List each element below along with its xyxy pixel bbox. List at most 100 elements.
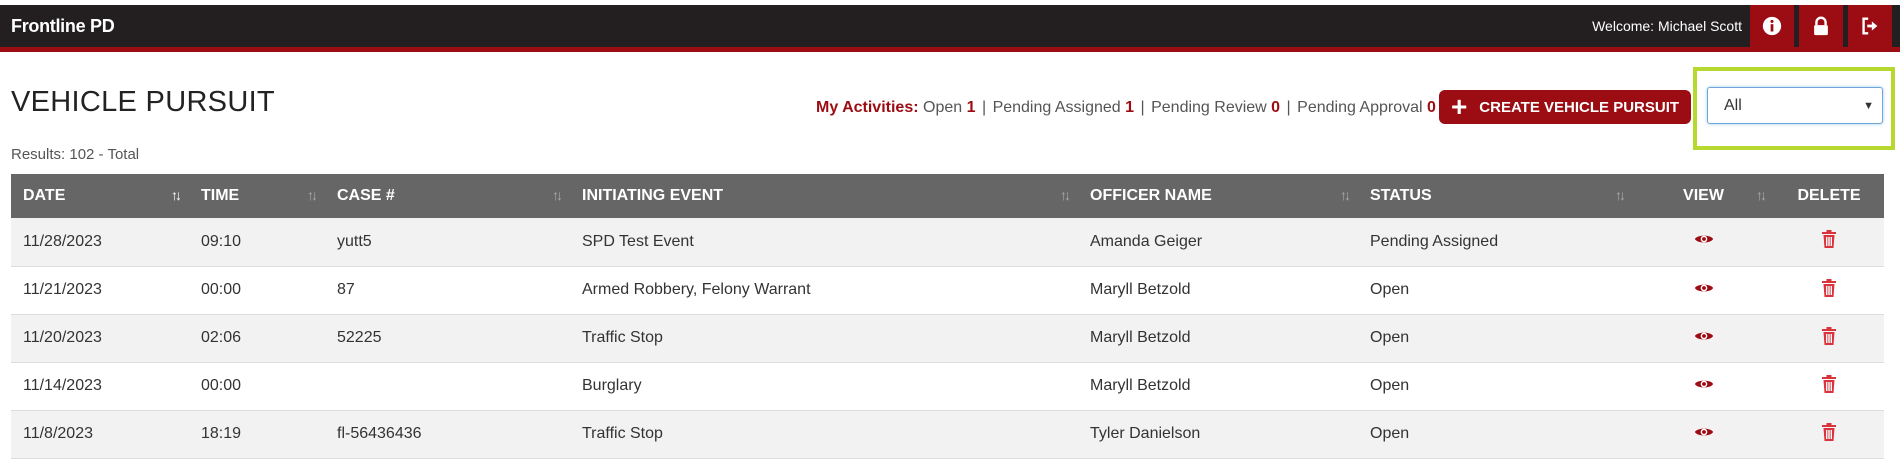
cell-view <box>1633 362 1774 410</box>
column-header-officer-name[interactable]: OFFICER NAME ↑↓ <box>1078 174 1358 218</box>
eye-icon[interactable] <box>1694 232 1714 251</box>
cell-initiating-event: Burglary <box>582 377 642 394</box>
sort-icon[interactable]: ↑↓ <box>1756 187 1767 203</box>
table-row[interactable]: 11/20/2023 02:06 52225 Traffic Stop Maryll B… <box>11 314 1884 362</box>
cell-view <box>1633 266 1774 314</box>
column-label: INITIATING EVENT <box>582 187 724 204</box>
cell-date: 11/8/2023 <box>23 425 93 442</box>
vehicle-pursuit-table: DATE ↑↓ TIME ↑↓ CASE # ↑↓ INITIATING EVENT ↑… <box>11 174 1884 459</box>
activity-count: 1 <box>1125 99 1135 116</box>
trash-icon[interactable] <box>1821 230 1837 253</box>
my-activities: My Activities: Open 1 | Pending Assigned… <box>816 99 1436 116</box>
table-row[interactable]: 11/21/2023 00:00 87 Armed Robbery, Felony W… <box>11 266 1884 314</box>
column-label: DELETE <box>1797 187 1861 204</box>
cell-initiating-event: Armed Robbery, Felony Warrant <box>582 281 811 298</box>
cell-view <box>1633 410 1774 458</box>
activity-label: Open <box>923 99 963 116</box>
cell-case-number: fl-56436436 <box>337 425 422 442</box>
sort-icon[interactable]: ↑↓ <box>171 187 182 203</box>
cell-time: 00:00 <box>201 377 242 394</box>
activity-open[interactable]: Open 1 <box>923 99 976 116</box>
cell-delete <box>1774 218 1884 266</box>
cell-date: 11/28/2023 <box>23 232 102 250</box>
sort-icon[interactable]: ↑↓ <box>307 187 318 203</box>
cell-initiating-event: Traffic Stop <box>582 425 663 442</box>
column-header-initiating-event[interactable]: INITIATING EVENT ↑↓ <box>570 174 1078 218</box>
eye-icon[interactable] <box>1694 281 1714 300</box>
activity-pending-assigned[interactable]: Pending Assigned 1 <box>993 99 1134 116</box>
sort-icon[interactable]: ↑↓ <box>552 187 563 203</box>
cell-case-number <box>325 362 570 410</box>
chevron-down-icon: ▼ <box>1863 99 1874 112</box>
sort-icon[interactable]: ↑↓ <box>1340 187 1351 203</box>
trash-icon[interactable] <box>1821 374 1837 398</box>
welcome-text: Welcome: Michael Scott <box>1592 18 1742 34</box>
sign-out-icon <box>1862 17 1878 35</box>
filter-selected-value: All <box>1724 96 1742 114</box>
status-filter-select[interactable]: All ▼ <box>1707 87 1883 124</box>
cell-case-number: 52225 <box>337 329 382 346</box>
info-button[interactable] <box>1750 5 1794 47</box>
cell-date: 11/20/2023 <box>23 329 102 346</box>
cell-officer-name: Maryll Betzold <box>1090 281 1191 298</box>
cell-time: 00:00 <box>201 281 242 298</box>
table-row[interactable]: 11/8/2023 18:19 fl-56436436 Traffic Stop Tyl… <box>11 410 1884 458</box>
create-vehicle-pursuit-button[interactable]: + CREATE VEHICLE PURSUIT <box>1439 90 1691 124</box>
app-brand[interactable]: Frontline PD <box>11 16 115 37</box>
lock-button[interactable] <box>1799 5 1843 47</box>
logout-button[interactable] <box>1848 5 1892 47</box>
column-header-delete: DELETE <box>1774 174 1884 218</box>
column-header-date[interactable]: DATE ↑↓ <box>11 174 189 218</box>
eye-icon[interactable] <box>1694 377 1714 396</box>
table-header-row: DATE ↑↓ TIME ↑↓ CASE # ↑↓ INITIATING EVENT ↑… <box>11 174 1884 218</box>
cell-delete <box>1774 314 1884 362</box>
cell-time: 09:10 <box>201 232 242 250</box>
cell-status: Open <box>1370 425 1410 442</box>
cell-case-number: 87 <box>337 281 355 298</box>
column-label: TIME <box>201 187 240 204</box>
column-label: CASE # <box>337 187 395 204</box>
cell-officer-name: Maryll Betzold <box>1090 377 1191 394</box>
column-header-case[interactable]: CASE # ↑↓ <box>325 174 570 218</box>
trash-icon[interactable] <box>1821 326 1837 350</box>
eye-icon[interactable] <box>1694 329 1714 348</box>
cell-case-number: yutt5 <box>337 232 372 250</box>
table-row[interactable]: 11/14/2023 00:00 Burglary Maryll Betzold Ope… <box>11 362 1884 410</box>
table-row[interactable]: 11/28/2023 09:10 yutt5 SPD Test Event Amanda… <box>11 218 1884 266</box>
column-header-time[interactable]: TIME ↑↓ <box>189 174 325 218</box>
trash-icon[interactable] <box>1821 278 1837 302</box>
column-header-status[interactable]: STATUS ↑↓ <box>1358 174 1633 218</box>
activity-pending-review[interactable]: Pending Review 0 <box>1151 99 1280 116</box>
create-button-label: CREATE VEHICLE PURSUIT <box>1479 98 1680 116</box>
activity-count: 0 <box>1271 99 1281 116</box>
cell-status: Open <box>1370 281 1410 298</box>
cell-officer-name: Amanda Geiger <box>1090 232 1203 250</box>
cell-initiating-event: Traffic Stop <box>582 329 663 346</box>
column-header-view[interactable]: VIEW ↑↓ <box>1633 174 1774 218</box>
cell-delete <box>1774 410 1884 458</box>
cell-time: 18:19 <box>201 425 242 442</box>
sort-icon[interactable]: ↑↓ <box>1060 187 1071 203</box>
activity-count: 0 <box>1427 99 1436 116</box>
cell-status: Open <box>1370 377 1410 394</box>
activities-label: My Activities: <box>816 99 919 116</box>
column-label: STATUS <box>1370 187 1432 204</box>
trash-icon[interactable] <box>1821 422 1837 446</box>
info-icon <box>1762 16 1782 36</box>
page-title: VEHICLE PURSUIT <box>11 86 275 118</box>
eye-icon[interactable] <box>1694 425 1714 444</box>
column-label: VIEW <box>1683 187 1724 204</box>
column-label: DATE <box>23 187 66 204</box>
results-count: Results: 102 - Total <box>11 146 140 163</box>
cell-delete <box>1774 266 1884 314</box>
activity-pending-approval[interactable]: Pending Approval 0 <box>1297 99 1436 116</box>
cell-delete <box>1774 362 1884 410</box>
lock-icon <box>1814 16 1828 36</box>
cell-view <box>1633 218 1774 266</box>
activity-label: Pending Review <box>1151 99 1267 116</box>
cell-time: 02:06 <box>201 329 242 346</box>
column-label: OFFICER NAME <box>1090 187 1212 204</box>
sort-icon[interactable]: ↑↓ <box>1615 187 1626 203</box>
cell-initiating-event: SPD Test Event <box>582 232 694 250</box>
cell-date: 11/14/2023 <box>23 377 102 394</box>
